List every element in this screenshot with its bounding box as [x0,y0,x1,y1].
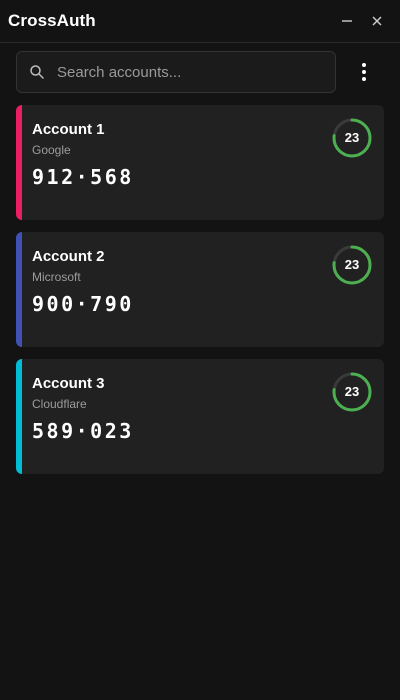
seconds-remaining: 23 [344,257,360,272]
account-name: Account 1 [32,121,105,138]
minimize-icon [342,20,352,22]
more-vert-icon [362,63,366,67]
search-input[interactable] [57,52,329,92]
otp-code-part2: 023 [90,419,134,443]
minimize-button[interactable] [338,12,356,30]
seconds-remaining: 23 [344,384,360,399]
otp-code-separator: · [75,419,91,443]
otp-code[interactable]: 912·568 [32,165,134,189]
account-accent-bar [16,232,22,347]
account-card[interactable]: Account 2 Microsoft 900·790 23 [16,232,384,347]
account-accent-bar [16,359,22,474]
account-name: Account 3 [32,375,105,392]
otp-code-separator: · [75,292,91,316]
seconds-remaining: 23 [344,130,360,145]
close-button[interactable] [368,12,386,30]
account-issuer: Microsoft [32,270,81,284]
countdown-timer: 23 [331,371,373,413]
otp-code[interactable]: 900·790 [32,292,134,316]
otp-code-part1: 912 [32,165,76,189]
otp-code[interactable]: 589·023 [32,419,134,443]
account-issuer: Cloudflare [32,397,87,411]
otp-code-part1: 900 [32,292,76,316]
account-accent-bar [16,105,22,220]
more-menu-button[interactable] [352,58,376,86]
countdown-timer: 23 [331,117,373,159]
title-bar: CrossAuth [0,0,400,43]
countdown-timer: 23 [331,244,373,286]
otp-code-part2: 790 [90,292,134,316]
search-box [16,51,336,93]
otp-code-part2: 568 [90,165,134,189]
otp-code-part1: 589 [32,419,76,443]
app-title: CrossAuth [8,11,96,30]
account-name: Account 2 [32,248,105,265]
account-card[interactable]: Account 3 Cloudflare 589·023 23 [16,359,384,474]
account-issuer: Google [32,143,71,157]
more-vert-icon-dot [362,70,366,74]
close-icon [372,16,382,26]
otp-code-separator: · [75,165,91,189]
search-icon [30,65,44,79]
more-vert-icon-dot [362,77,366,81]
account-card[interactable]: Account 1 Google 912·568 23 [16,105,384,220]
